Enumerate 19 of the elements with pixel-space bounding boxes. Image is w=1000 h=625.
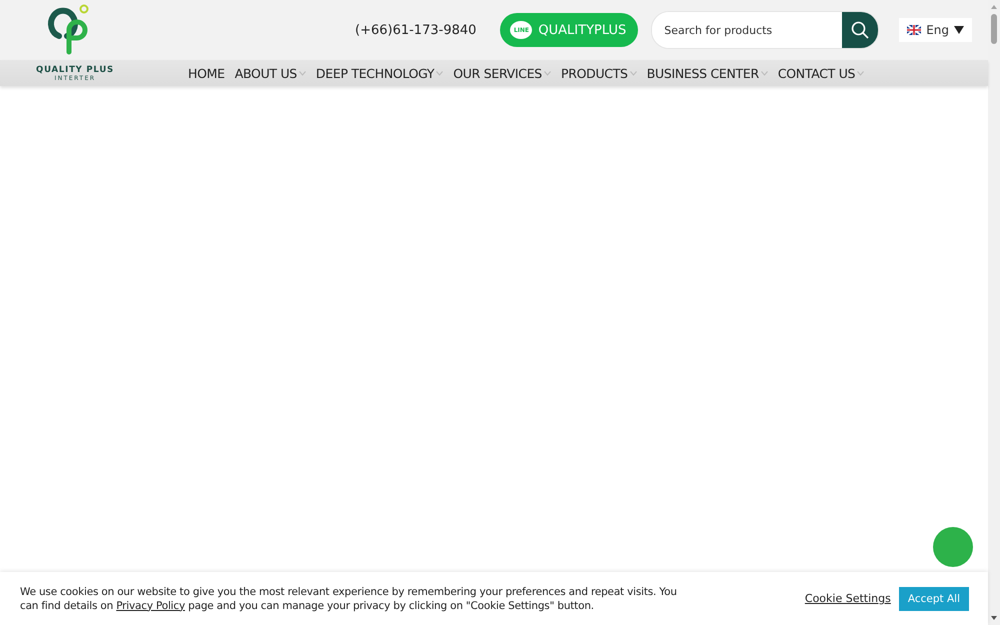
cookie-settings-link[interactable]: Cookie Settings — [804, 592, 891, 605]
nav-link[interactable]: BUSINESS CENTER — [646, 66, 768, 80]
search-field[interactable]: Search for products — [651, 11, 880, 49]
nav-link[interactable]: DEEP TECHNOLOGY — [316, 66, 444, 80]
nav-link[interactable]: HOME — [188, 66, 225, 80]
flag-icon — [907, 25, 922, 35]
search-button[interactable] — [842, 12, 878, 48]
search-icon — [851, 21, 870, 39]
nav-link[interactable]: PRODUCTS — [560, 66, 637, 80]
chat-button[interactable] — [933, 527, 973, 567]
nav-link[interactable]: CONTACT US — [778, 66, 864, 80]
language-selector[interactable]: Eng — [899, 18, 972, 42]
phone-number: (+66)61-173-9840 — [355, 22, 476, 38]
nav-link[interactable]: ABOUT US — [234, 66, 306, 80]
privacy-policy-link[interactable]: Privacy Policy — [116, 600, 185, 612]
logo-name: QUALITY PLUS — [36, 66, 114, 75]
nav-link[interactable]: OUR SERVICES — [453, 66, 551, 80]
cookie-message: We use cookies on our website to give you the most relevant experience by remembering your preferences and repeat visits. You can find details on Privacy Policy page and you can manage your privacy by clicking on "Cookie Settings" button. — [20, 584, 678, 612]
dropdown-arrow-icon — [954, 26, 964, 34]
